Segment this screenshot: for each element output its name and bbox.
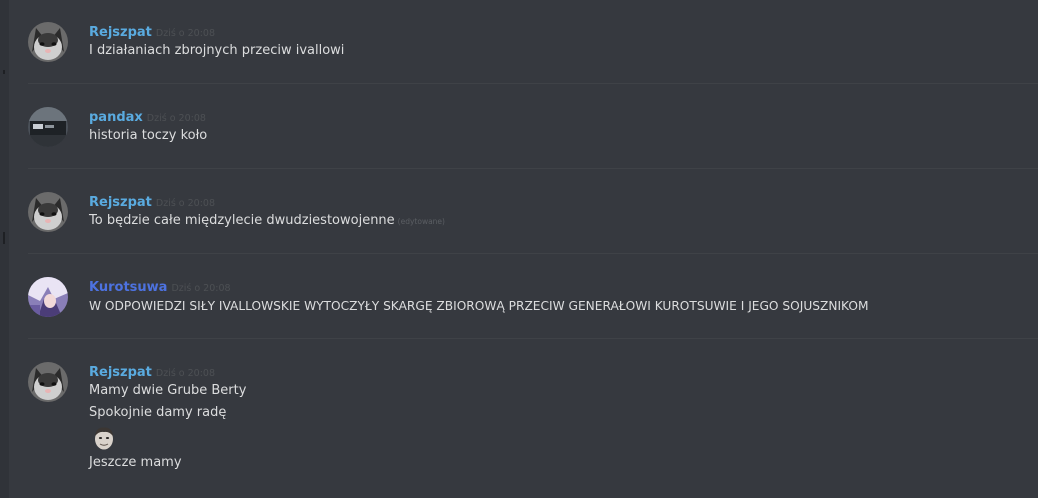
message-text-content: To będzie całe międzylecie dwudziestowoj…: [89, 213, 395, 228]
timestamp: Dziś o 20:08: [155, 28, 216, 39]
username[interactable]: pandax: [89, 110, 143, 125]
anime-avatar-icon: [28, 277, 68, 317]
message-text: W ODPOWIEDZI SIŁY IVALLOWSKIE WYTOCZYŁY …: [89, 299, 869, 313]
avatar-rejszpat[interactable]: [28, 362, 68, 402]
timestamp: Dziś o 20:08: [146, 113, 206, 124]
message-text: Jeszcze mamy: [89, 455, 182, 470]
car-avatar-icon: [28, 107, 68, 147]
avatar-rejszpat[interactable]: [28, 192, 68, 232]
message-text: Spokojnie damy radę: [89, 405, 227, 420]
edge-mark: [3, 232, 5, 244]
message-text: I działaniach zbrojnych przeciw ivallowi: [89, 43, 345, 58]
avatar-pandax[interactable]: [28, 107, 68, 147]
edge-mark: [3, 70, 5, 74]
message-divider: [28, 83, 1038, 84]
message-content: Rejszpat Dziś o 20:08 To będzie całe międ…: [89, 192, 1028, 233]
message-content: Kurotsuwa Dziś o 20:08 W ODPOWIEDZI SIŁY …: [89, 277, 1028, 317]
timestamp: Dziś o 20:08: [155, 198, 216, 209]
chat-messages-area: Rejszpat Dziś o 20:08 I działaniach zbroj…: [0, 0, 1038, 498]
message-content: pandax Dziś o 20:08 historia toczy koło: [89, 107, 1028, 147]
avatar-rejszpat[interactable]: [28, 22, 68, 62]
timestamp: Dziś o 20:08: [155, 368, 216, 379]
cat-avatar-icon: [28, 192, 68, 232]
avatar-kurotsuwa[interactable]: [28, 277, 68, 317]
message-divider: [28, 338, 1038, 339]
message-text: Mamy dwie Grube Berty: [89, 383, 247, 398]
message-text: historia toczy koło: [89, 128, 208, 143]
kappa-face-emoji-icon[interactable]: [92, 426, 116, 450]
edited-label: (edytowane): [397, 217, 445, 226]
message-content: Rejszpat Dziś o 20:08 I działaniach zbroj…: [89, 22, 1028, 62]
message-content: Rejszpat Dziś o 20:08 Mamy dwie Grube Ber…: [89, 362, 1028, 474]
message-divider: [28, 168, 1038, 169]
channel-list-edge: [0, 0, 9, 498]
message-divider: [28, 253, 1038, 254]
timestamp: Dziś o 20:08: [171, 283, 231, 294]
cat-avatar-icon: [28, 22, 68, 62]
message-text: To będzie całe międzylecie dwudziestowoj…: [89, 210, 1028, 233]
cat-avatar-icon: [28, 362, 68, 402]
username[interactable]: Rejszpat: [89, 365, 152, 380]
username[interactable]: Rejszpat: [89, 195, 152, 210]
username[interactable]: Rejszpat: [89, 25, 152, 40]
username[interactable]: Kurotsuwa: [89, 280, 167, 295]
